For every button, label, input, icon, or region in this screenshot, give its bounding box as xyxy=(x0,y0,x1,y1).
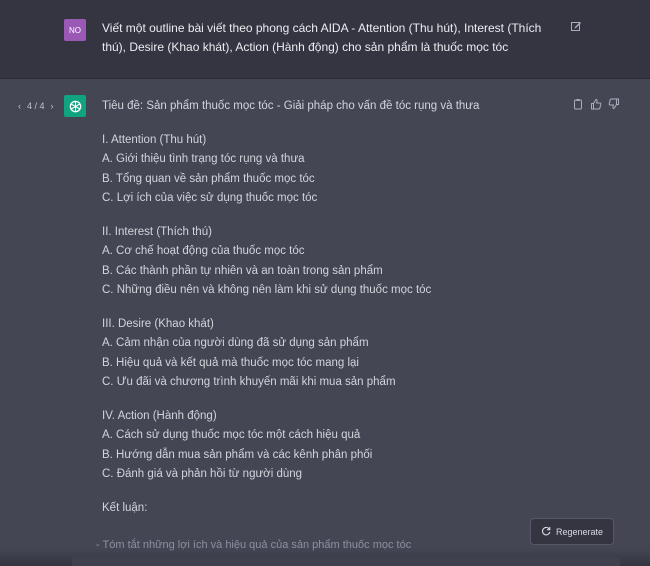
user-message-block: NO Viết một outline bài viết theo phong … xyxy=(0,0,650,79)
outline-line: C. Đánh giá và phản hồi từ người dùng xyxy=(102,468,303,480)
outline-line: IV. Action (Hành động) xyxy=(102,409,217,422)
outline-line: A. Cơ chế hoạt động của thuốc mọc tóc xyxy=(102,245,305,257)
outline-line: C. Lợi ích của việc sử dụng thuốc mọc tó… xyxy=(102,192,318,204)
edit-icon[interactable] xyxy=(570,19,582,31)
outline-line: B. Hướng dẫn mua sản phẩm và các kênh ph… xyxy=(102,448,373,461)
openai-logo-icon xyxy=(64,95,86,117)
outline-line: A. Giới thiệu tình trạng tóc rụng và thư… xyxy=(102,153,305,165)
thumbs-down-icon[interactable] xyxy=(608,97,620,110)
response-pager: ‹ 4 / 4 › xyxy=(18,100,54,112)
outline-line: C. Những điều nên và không nên làm khi s… xyxy=(102,284,432,296)
outline-line: B. Tổng quan về sản phẩm thuốc mọc tóc xyxy=(102,172,315,185)
pager-prev-button[interactable]: ‹ xyxy=(18,101,21,111)
user-message-text: Viết một outline bài viết theo phong các… xyxy=(102,21,542,54)
regenerate-button[interactable]: Regenerate xyxy=(530,518,614,545)
assistant-reply: Tiêu đề: Sản phẩm thuốc mọc tóc - Giải p… xyxy=(102,97,572,518)
line-spacer xyxy=(102,117,572,131)
outline-line: A. Cảm nhận của người dùng đã sử dụng sả… xyxy=(102,337,369,349)
line-spacer xyxy=(102,485,572,499)
outline-line: B. Hiệu quả và kết quả mà thuốc mọc tóc … xyxy=(102,356,359,369)
thumbs-up-icon[interactable] xyxy=(590,97,602,110)
line-spacer xyxy=(102,301,572,315)
outline-line: Kết luận: xyxy=(102,501,148,514)
prompt-input-edge[interactable] xyxy=(72,557,620,566)
outline-line: III. Desire (Khao khát) xyxy=(102,317,214,330)
copy-icon[interactable] xyxy=(572,97,584,110)
regenerate-label: Regenerate xyxy=(555,526,604,537)
outline-line: II. Interest (Thích thú) xyxy=(102,225,212,238)
line-spacer xyxy=(102,393,572,407)
line-spacer xyxy=(102,209,572,223)
outline-line: A. Cách sử dụng thuốc mọc tóc một cách h… xyxy=(102,429,361,441)
user-avatar: NO xyxy=(64,19,86,41)
pager-label: 4 / 4 xyxy=(27,101,45,111)
message-actions xyxy=(572,97,620,110)
refresh-icon xyxy=(541,526,551,538)
pager-next-button[interactable]: › xyxy=(51,101,54,111)
outline-line: C. Ưu đãi và chương trình khuyến mãi khi… xyxy=(102,376,396,388)
outline-line: I. Attention (Thu hút) xyxy=(102,133,207,146)
outline-line: B. Các thành phần tự nhiên và an toàn tr… xyxy=(102,264,383,277)
reply-title: Tiêu đề: Sản phẩm thuốc mọc tóc - Giải p… xyxy=(102,100,480,112)
